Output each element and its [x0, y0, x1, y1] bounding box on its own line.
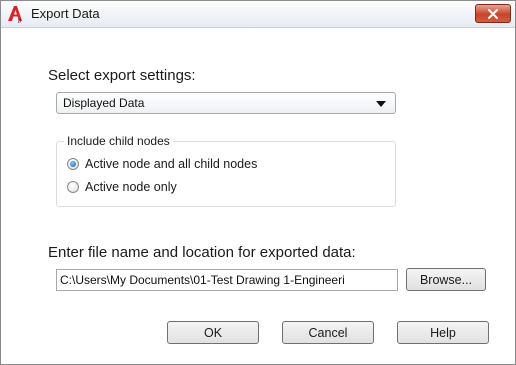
- chevron-down-icon: [376, 101, 386, 107]
- export-settings-dropdown[interactable]: Displayed Data: [56, 92, 396, 114]
- export-settings-label: Select export settings:: [48, 67, 196, 84]
- file-location-label: Enter file name and location for exporte…: [48, 244, 356, 261]
- radio-label: Active node and all child nodes: [85, 157, 258, 171]
- ok-button-label: OK: [203, 325, 223, 340]
- radio-option-all-child-nodes[interactable]: Active node and all child nodes: [67, 157, 257, 171]
- child-nodes-group: [56, 141, 396, 207]
- browse-button[interactable]: Browse...: [406, 268, 486, 291]
- cancel-button[interactable]: Cancel: [282, 321, 374, 344]
- cancel-button-label: Cancel: [308, 325, 348, 340]
- file-path-input[interactable]: C:\Users\My Documents\01-Test Drawing 1-…: [56, 269, 398, 291]
- window-title: Export Data: [31, 6, 100, 21]
- title-bar: p Export Data: [1, 1, 515, 28]
- close-icon: [488, 8, 498, 19]
- app-icon: p: [6, 5, 24, 25]
- help-button[interactable]: Help: [397, 321, 489, 344]
- radio-label: Active node only: [85, 180, 177, 194]
- radio-button-checked[interactable]: [67, 158, 79, 170]
- ok-button[interactable]: OK: [167, 321, 259, 344]
- help-button-label: Help: [430, 325, 456, 340]
- export-data-dialog: p Export Data Select export settings: Di…: [0, 0, 516, 365]
- file-path-value: C:\Users\My Documents\01-Test Drawing 1-…: [60, 273, 345, 287]
- close-button[interactable]: [475, 4, 511, 23]
- export-settings-value: Displayed Data: [63, 96, 145, 110]
- radio-button-unchecked[interactable]: [67, 181, 79, 193]
- radio-option-active-node-only[interactable]: Active node only: [67, 180, 177, 194]
- browse-button-label: Browse...: [419, 272, 473, 287]
- child-nodes-legend: Include child nodes: [64, 134, 173, 148]
